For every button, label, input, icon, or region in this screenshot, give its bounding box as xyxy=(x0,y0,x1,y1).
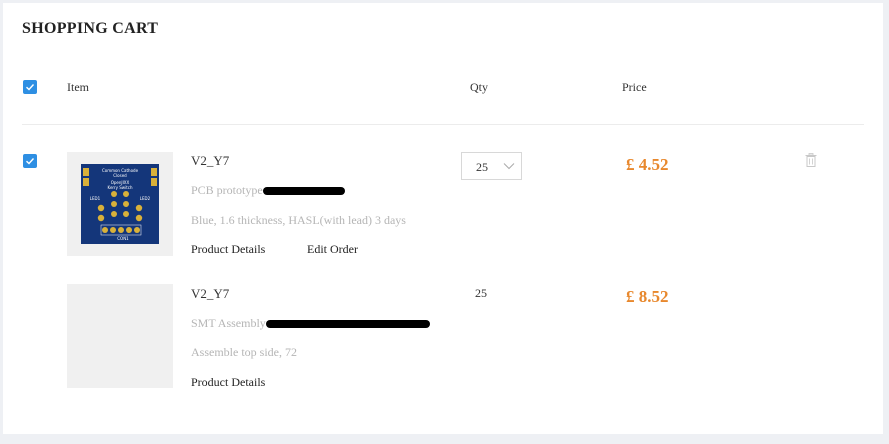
item-price: £ 4.52 xyxy=(626,155,669,174)
page-title: SHOPPING CART xyxy=(22,20,159,37)
trash-icon xyxy=(805,153,817,167)
delete-item-button[interactable] xyxy=(805,153,817,172)
product-thumbnail[interactable]: Common Cathode Closed OpenJIXX Kerry Swi… xyxy=(67,152,173,256)
board-label: LED2 xyxy=(140,196,151,201)
quantity-value: 25 xyxy=(475,286,487,300)
product-type-label: SMT Assembly xyxy=(191,316,266,330)
product-thumbnail[interactable] xyxy=(67,284,173,388)
redacted-text xyxy=(265,320,430,329)
product-details-link[interactable]: Product Details xyxy=(191,375,265,390)
select-all-checkbox[interactable] xyxy=(23,80,37,94)
item-checkbox[interactable] xyxy=(23,154,37,168)
check-icon xyxy=(26,84,35,91)
product-name: V2_Y7 xyxy=(191,286,230,301)
product-name: V2_Y7 xyxy=(191,153,230,168)
chevron-down-icon xyxy=(503,163,515,170)
product-details-link[interactable]: Product Details xyxy=(191,242,265,257)
quantity-value: 25 xyxy=(476,160,488,174)
product-type: SMT Assembly xyxy=(191,316,430,331)
product-type: PCB prototype xyxy=(191,183,345,198)
redacted-text xyxy=(262,187,345,196)
board-label: Kerry Switch xyxy=(108,185,133,190)
column-header-item: Item xyxy=(67,80,89,94)
board-label: CON1 xyxy=(117,236,129,241)
column-header-price: Price xyxy=(622,80,647,94)
quantity-select[interactable]: 25 xyxy=(461,152,522,180)
item-price: £ 8.52 xyxy=(626,287,669,306)
product-type-label: PCB prototype xyxy=(191,183,263,197)
check-icon xyxy=(26,158,35,165)
board-label: Closed xyxy=(113,173,127,178)
pcb-board-image: Common Cathode Closed OpenJIXX Kerry Swi… xyxy=(81,164,159,244)
column-header-qty: Qty xyxy=(470,80,488,94)
header-divider xyxy=(22,124,864,125)
board-label: LED1 xyxy=(90,196,101,201)
product-spec: Assemble top side, 72 xyxy=(191,345,297,359)
product-spec: Blue, 1.6 thickness, HASL(with lead) 3 d… xyxy=(191,213,406,227)
edit-order-link[interactable]: Edit Order xyxy=(307,242,358,257)
